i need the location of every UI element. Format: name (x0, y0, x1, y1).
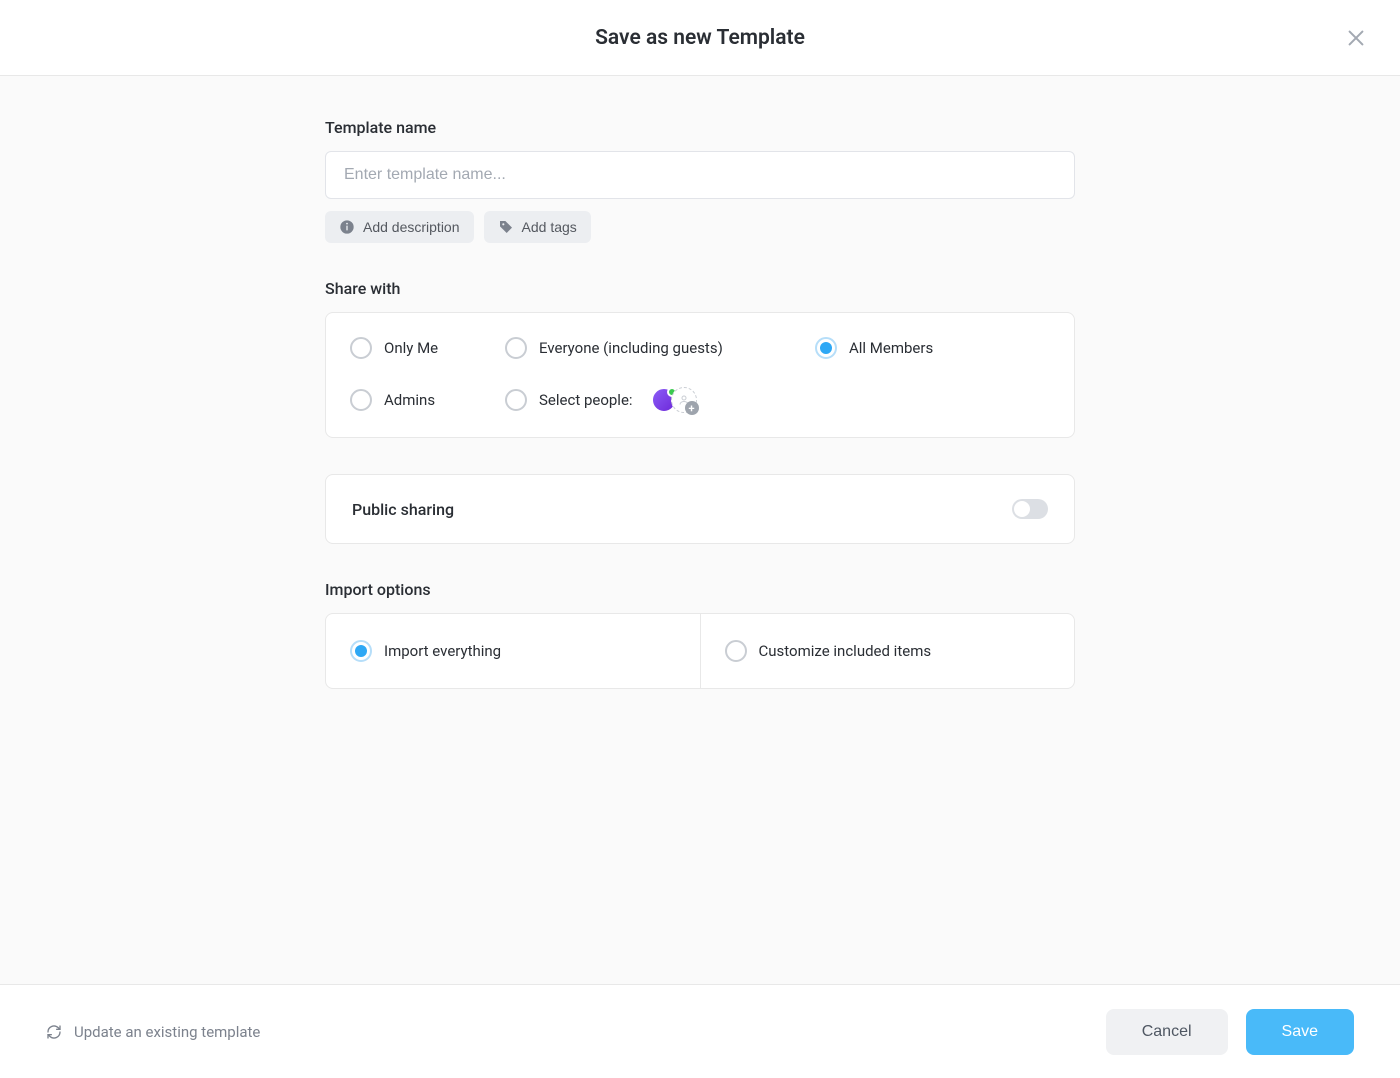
add-person-button[interactable]: + (671, 387, 697, 413)
radio-icon (350, 640, 372, 662)
share-all-members[interactable]: All Members (815, 337, 1050, 359)
public-sharing-toggle[interactable] (1012, 499, 1048, 519)
radio-icon (725, 640, 747, 662)
radio-icon (505, 389, 527, 411)
import-customize[interactable]: Customize included items (701, 614, 1075, 688)
template-name-label: Template name (325, 118, 1075, 137)
share-everyone-label: Everyone (including guests) (539, 339, 723, 357)
radio-icon (815, 337, 837, 359)
update-existing-label: Update an existing template (74, 1023, 260, 1041)
share-all-members-label: All Members (849, 339, 933, 357)
close-icon (1345, 27, 1367, 49)
tag-icon (498, 219, 514, 235)
import-label: Import options (325, 580, 1075, 599)
share-admins[interactable]: Admins (350, 389, 495, 411)
modal-header: Save as new Template (0, 0, 1400, 76)
add-description-label: Add description (363, 219, 460, 235)
share-admins-label: Admins (384, 391, 435, 409)
share-card: Only Me Everyone (including guests) All … (325, 312, 1075, 438)
cancel-button[interactable]: Cancel (1106, 1009, 1228, 1055)
radio-icon (350, 337, 372, 359)
share-label: Share with (325, 279, 1075, 298)
modal-body: Template name Add description (0, 76, 1400, 984)
import-section: Import options Import everything Customi… (325, 580, 1075, 689)
modal-footer: Update an existing template Cancel Save (0, 984, 1400, 1078)
import-everything-label: Import everything (384, 642, 501, 660)
add-description-button[interactable]: Add description (325, 211, 474, 243)
radio-icon (505, 337, 527, 359)
public-sharing-section: Public sharing (325, 474, 1075, 544)
template-name-section: Template name Add description (325, 118, 1075, 243)
plus-icon: + (685, 401, 699, 415)
people-avatar-group: + (651, 387, 697, 413)
refresh-icon (46, 1024, 62, 1040)
import-everything[interactable]: Import everything (326, 614, 701, 688)
share-select-people-label: Select people: (539, 391, 633, 409)
modal-title: Save as new Template (595, 26, 805, 50)
public-sharing-label: Public sharing (352, 500, 454, 519)
info-icon (339, 219, 355, 235)
add-tags-label: Add tags (522, 219, 577, 235)
public-sharing-card: Public sharing (325, 474, 1075, 544)
template-name-input[interactable] (325, 151, 1075, 199)
share-everyone[interactable]: Everyone (including guests) (505, 337, 805, 359)
close-button[interactable] (1336, 18, 1376, 58)
save-button[interactable]: Save (1246, 1009, 1354, 1055)
import-card: Import everything Customize included ite… (325, 613, 1075, 689)
share-only-me-label: Only Me (384, 339, 438, 357)
update-existing-link[interactable]: Update an existing template (46, 1023, 260, 1041)
import-customize-label: Customize included items (759, 642, 932, 660)
radio-icon (350, 389, 372, 411)
add-tags-button[interactable]: Add tags (484, 211, 591, 243)
share-only-me[interactable]: Only Me (350, 337, 495, 359)
share-select-people[interactable]: Select people: (505, 389, 633, 411)
share-section: Share with Only Me Everyone (including g… (325, 279, 1075, 438)
